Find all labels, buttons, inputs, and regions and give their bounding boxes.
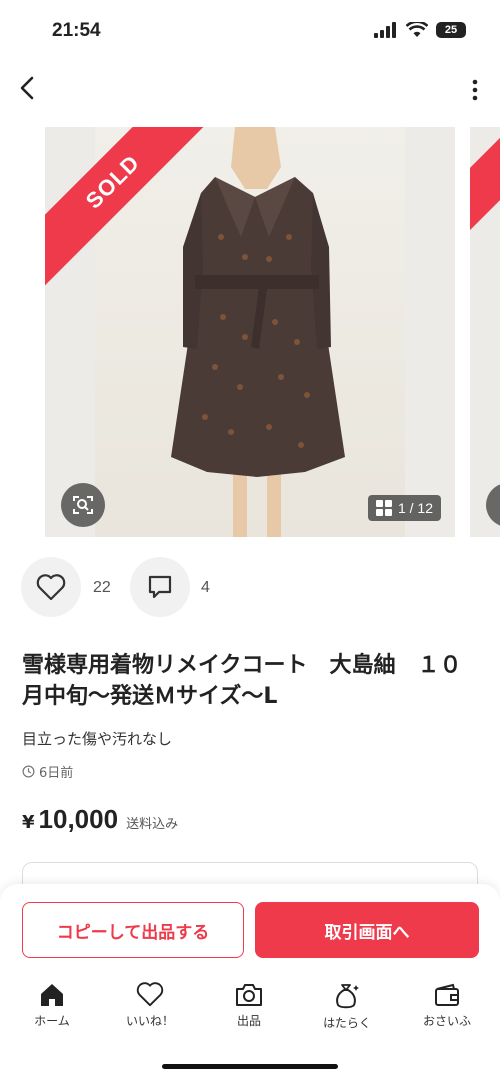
next-image-search-button (486, 483, 500, 527)
sold-ribbon-next (470, 127, 500, 235)
heart-icon (36, 574, 66, 601)
tab-sell-label: 出品 (236, 1014, 261, 1028)
tab-likes[interactable]: いいね！ (110, 982, 190, 1029)
tab-home[interactable]: ホーム (12, 982, 92, 1029)
status-time: 21:54 (52, 20, 101, 41)
back-icon[interactable] (14, 72, 40, 104)
image-counter[interactable]: 1 / 12 (367, 495, 441, 521)
tab-wallet[interactable]: おさいふ (407, 982, 487, 1029)
wallet-icon (435, 983, 459, 1006)
tab-sell[interactable]: 出品 (209, 982, 289, 1029)
price: ¥ 10,000 送料込み (22, 804, 178, 835)
shipping-note: 送料込み (126, 817, 179, 832)
battery-icon: 25 (436, 22, 466, 38)
tab-work-label: はたらく (323, 1016, 371, 1030)
clock-icon (22, 765, 35, 778)
image-search-icon (73, 496, 93, 514)
image-search-button[interactable] (61, 483, 105, 527)
home-icon (41, 984, 63, 1006)
status-icons: 25 (374, 22, 466, 38)
comment-icon (148, 575, 172, 599)
price-amount: 10,000 (38, 804, 119, 834)
price-currency: ¥ (22, 812, 35, 833)
like-button[interactable] (21, 557, 81, 617)
grid-icon (375, 500, 392, 516)
money-bag-icon (336, 984, 359, 1009)
copy-listing-button[interactable]: コピーして出品する (22, 902, 244, 958)
more-options-icon[interactable] (470, 78, 480, 102)
posted-time-text: 6日前 (39, 766, 74, 781)
next-product-image[interactable] (470, 127, 500, 537)
home-indicator (162, 1064, 338, 1069)
image-counter-text: 1 / 12 (397, 500, 433, 516)
tab-wallet-label: おさいふ (422, 1014, 471, 1028)
tab-work[interactable]: はたらく (307, 982, 387, 1031)
like-count: 22 (93, 579, 111, 596)
signal-icon (374, 22, 396, 38)
camera-icon (236, 984, 262, 1006)
tab-home-label: ホーム (34, 1014, 70, 1028)
comment-button[interactable] (130, 557, 190, 617)
posted-time: 6日前 (22, 762, 73, 781)
product-condition: 目立った傷や汚れなし (22, 730, 173, 748)
tab-likes-label: いいね！ (125, 1014, 174, 1028)
wifi-icon (406, 22, 428, 37)
comment-count: 4 (201, 579, 210, 596)
heart-icon (136, 982, 164, 1007)
product-image[interactable]: SOLD 1 / 12 (45, 127, 455, 537)
transaction-button[interactable]: 取引画面へ (255, 902, 479, 958)
product-title: 雪様専用着物リメイクコート 大島紬 １０月中旬〜発送Ｍサイズ〜L (22, 653, 462, 709)
